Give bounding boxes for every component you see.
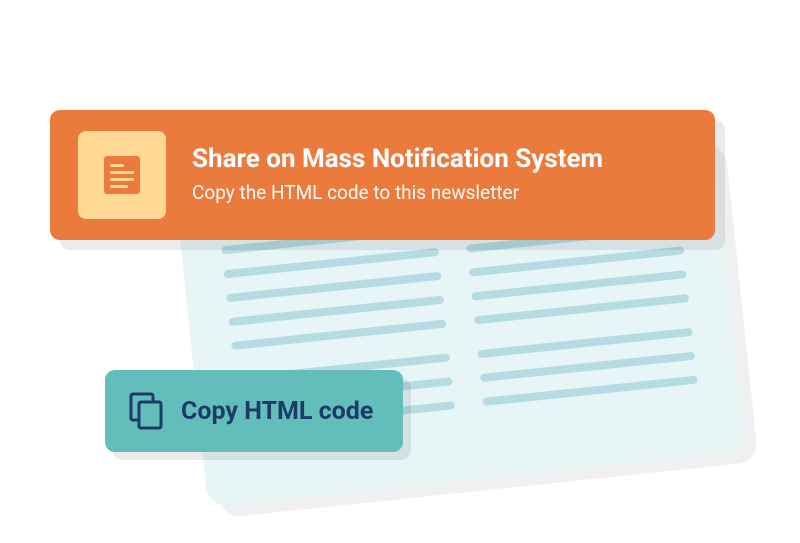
copy-icon xyxy=(129,392,163,430)
illustration-canvas: Share on Mass Notification System Copy t… xyxy=(0,0,800,543)
copy-html-button[interactable]: Copy HTML code xyxy=(105,370,403,452)
share-banner: Share on Mass Notification System Copy t… xyxy=(50,110,715,240)
document-icon xyxy=(97,150,147,200)
banner-subtitle: Copy the HTML code to this newsletter xyxy=(192,181,603,206)
banner-title: Share on Mass Notification System xyxy=(192,144,603,175)
copy-button-label: Copy HTML code xyxy=(181,397,373,426)
document-icon-badge xyxy=(78,131,166,219)
banner-text-group: Share on Mass Notification System Copy t… xyxy=(192,144,603,206)
